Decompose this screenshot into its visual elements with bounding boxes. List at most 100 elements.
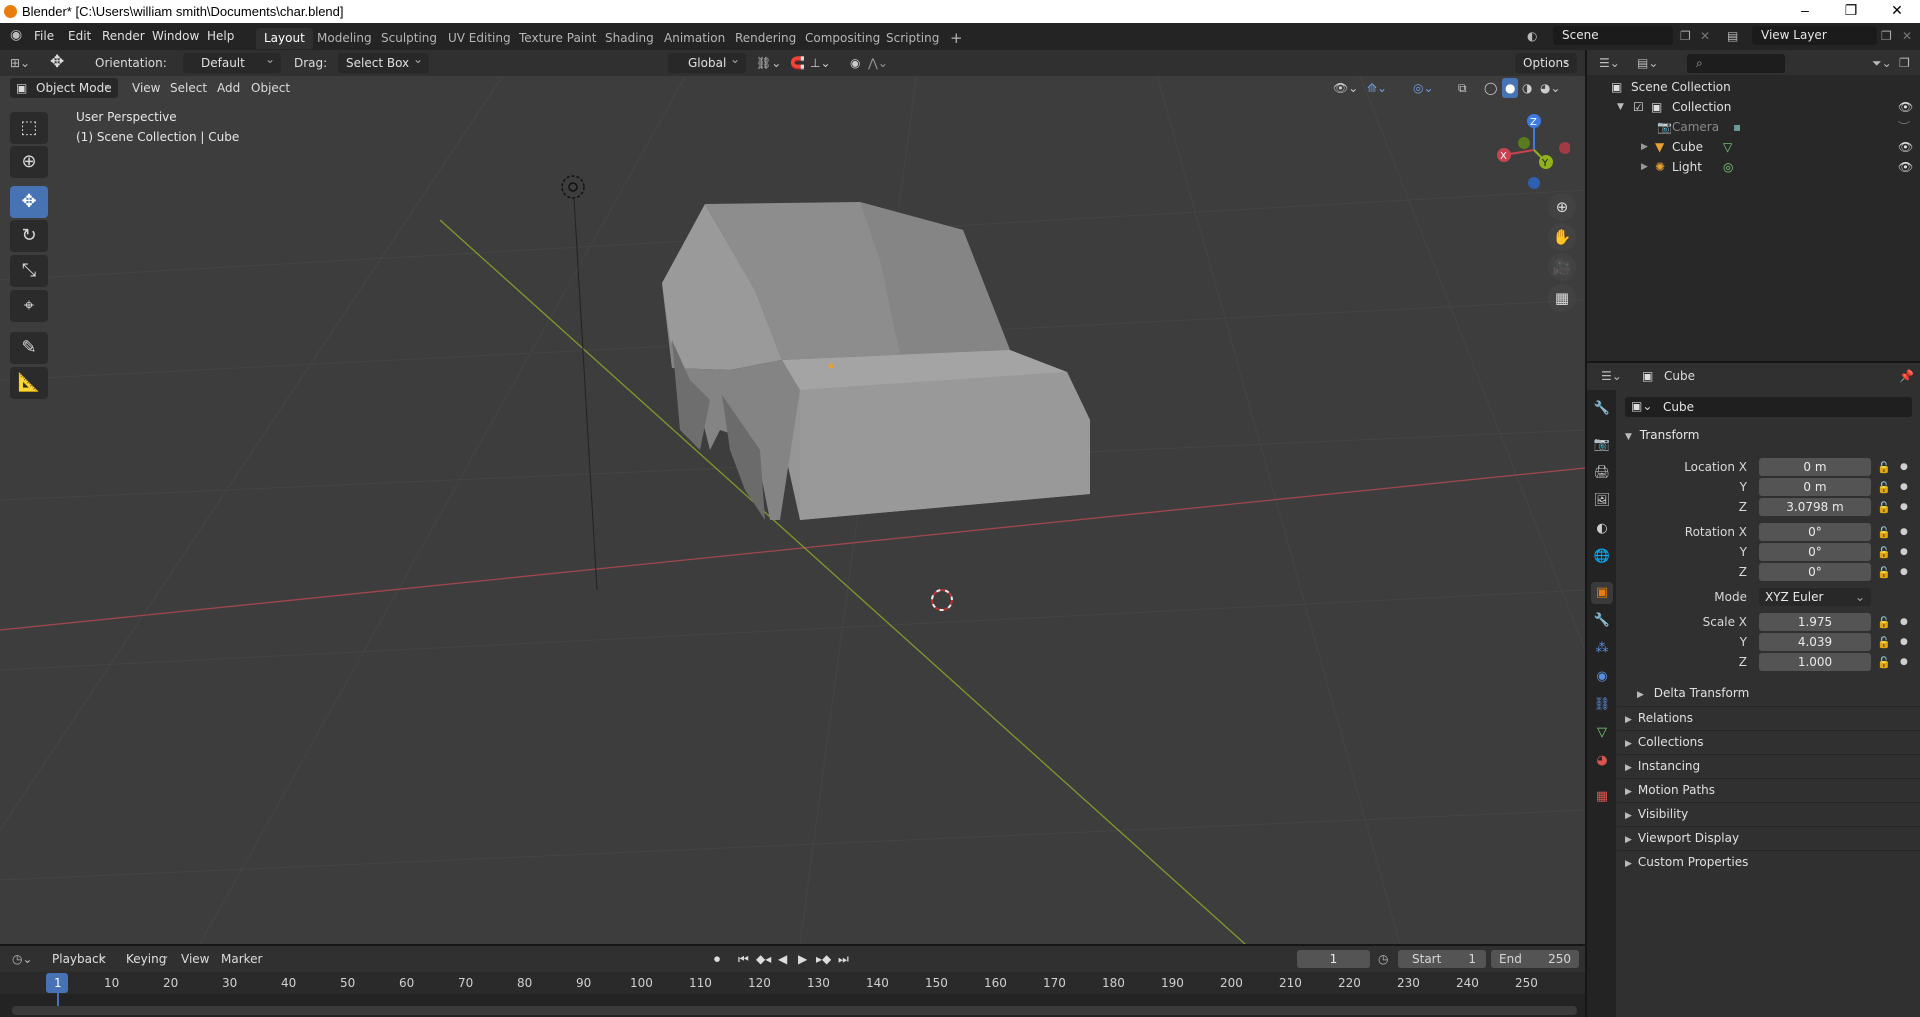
solid-shading-icon[interactable]: ●	[1502, 78, 1519, 98]
camera-view-icon[interactable]: 🎥	[1548, 253, 1576, 281]
annotate-tool-icon[interactable]: ✎	[10, 332, 48, 364]
transform-panel-header[interactable]: ▼ Transform	[1625, 428, 1699, 442]
pin-icon[interactable]: 📌	[1899, 366, 1914, 386]
panel-custom-properties[interactable]: ▶ Custom Properties	[1617, 850, 1920, 872]
material-tab-icon[interactable]: ◕	[1591, 750, 1613, 772]
rotate-tool-icon[interactable]: ↻	[10, 220, 48, 252]
options-dropdown[interactable]: Options	[1515, 49, 1577, 73]
checkbox-icon[interactable]: ☑	[1633, 97, 1644, 117]
lock-icon[interactable]: 🔓	[1877, 481, 1891, 494]
editor-type-icon[interactable]: ⊞⌄	[10, 53, 30, 73]
menu-select[interactable]: Select	[170, 78, 207, 98]
visibility-icon[interactable]: 👁⌄	[1333, 78, 1358, 98]
wireframe-shading-icon[interactable]: ◯	[1484, 78, 1497, 98]
location-z-field[interactable]: 3.0798 m	[1759, 498, 1871, 516]
cube-visibility-icon[interactable]: 👁	[1898, 137, 1913, 157]
area-divider[interactable]	[1587, 361, 1920, 363]
texture-tab-icon[interactable]: ▦	[1591, 786, 1613, 808]
location-x-field[interactable]: 0 m	[1759, 458, 1871, 476]
lock-icon[interactable]: 🔓	[1877, 546, 1891, 559]
next-keyframe-icon[interactable]: ▸◆	[816, 949, 831, 969]
transform-orientation-dropdown[interactable]: Global	[668, 49, 746, 73]
close-button[interactable]: ✕	[1874, 0, 1920, 23]
timeline-scrollbar[interactable]	[12, 1006, 1577, 1015]
play-icon[interactable]: ▶	[798, 949, 807, 969]
tab-scripting[interactable]: Scripting	[878, 28, 947, 49]
lock-icon[interactable]: 🔓	[1877, 656, 1891, 669]
scale-z-field[interactable]: 1.000	[1759, 653, 1871, 671]
delete-view-layer-icon[interactable]: ✕	[1902, 29, 1912, 43]
render-tab-icon[interactable]: 📷	[1591, 434, 1613, 456]
scale-tool-icon[interactable]: ⤡	[10, 255, 48, 287]
scale-x-field[interactable]: 1.975	[1759, 613, 1871, 631]
current-frame-field[interactable]: 1	[1297, 950, 1370, 968]
tab-uv-editing[interactable]: UV Editing	[440, 28, 519, 49]
prev-keyframe-icon[interactable]: ◆◂	[756, 949, 771, 969]
lock-icon[interactable]: 🔓	[1877, 616, 1891, 629]
collection-visibility-icon[interactable]: 👁	[1898, 97, 1913, 117]
lock-icon[interactable]: 🔓	[1877, 461, 1891, 474]
outliner-row-camera[interactable]: 📷 Camera ▪ ︶	[1587, 117, 1920, 137]
panel-visibility[interactable]: ▶ Visibility	[1617, 802, 1920, 824]
lock-icon[interactable]: 🔓	[1877, 501, 1891, 514]
tab-modeling[interactable]: Modeling	[309, 28, 380, 49]
start-frame-field[interactable]: Start 1	[1398, 950, 1486, 968]
timeline-marker-menu[interactable]: Marker	[221, 949, 262, 969]
expand-arrow-icon[interactable]: ▶	[1641, 157, 1648, 177]
panel-collections[interactable]: ▶ Collections	[1617, 730, 1920, 752]
new-scene-icon[interactable]: ❐	[1680, 29, 1691, 43]
camera-hidden-icon[interactable]: ︶	[1898, 117, 1910, 137]
tab-texture-paint[interactable]: Texture Paint	[511, 28, 604, 49]
outliner-row-cube[interactable]: ▶ ▼ Cube ▽ 👁	[1587, 137, 1920, 157]
proportional-falloff-icon[interactable]: ⋀⌄	[868, 53, 888, 73]
proportional-edit-icon[interactable]: ◉	[850, 53, 860, 73]
tab-rendering[interactable]: Rendering	[727, 28, 804, 49]
keyframe-dot-icon[interactable]: ●	[1900, 637, 1908, 647]
measure-tool-icon[interactable]: 📐	[10, 367, 48, 399]
new-collection-icon[interactable]: ❐	[1899, 53, 1910, 73]
rotation-z-field[interactable]: 0°	[1759, 563, 1871, 581]
lock-icon[interactable]: 🔓	[1877, 526, 1891, 539]
area-divider[interactable]	[0, 944, 1585, 946]
move-tool-button[interactable]: ✥	[10, 186, 48, 218]
rotation-mode-dropdown[interactable]: XYZ Euler ⌄	[1759, 588, 1871, 606]
maximize-button[interactable]: ❐	[1828, 0, 1874, 23]
expand-arrow-icon[interactable]: ▼	[1617, 97, 1624, 117]
rendered-shading-icon[interactable]: ◕⌄	[1540, 78, 1561, 98]
3d-viewport[interactable]	[0, 50, 1585, 944]
tab-animation[interactable]: Animation	[656, 28, 733, 49]
object-name-field[interactable]: ▣⌄ Cube	[1625, 397, 1912, 417]
menu-file[interactable]: File	[34, 29, 54, 43]
keying-menu[interactable]: Keying	[118, 945, 176, 969]
ortho-grid-icon[interactable]: ▦	[1548, 284, 1576, 312]
pivot-point-icon[interactable]: ⛓⌄	[756, 53, 781, 73]
scale-y-field[interactable]: 4.039	[1759, 633, 1871, 651]
physics-tab-icon[interactable]: ◉	[1591, 666, 1613, 688]
keyframe-dot-icon[interactable]: ●	[1900, 617, 1908, 627]
new-view-layer-icon[interactable]: ❐	[1881, 29, 1892, 43]
lock-icon[interactable]: 🔓	[1877, 566, 1891, 579]
play-reverse-icon[interactable]: ◀	[778, 949, 787, 969]
record-icon[interactable]: ⏺	[714, 949, 720, 969]
outliner-editor-type-icon[interactable]: ☰⌄	[1599, 53, 1620, 73]
keyframe-dot-icon[interactable]: ●	[1900, 462, 1908, 472]
end-frame-field[interactable]: End 250	[1491, 950, 1579, 968]
constraints-tab-icon[interactable]: ⛓	[1591, 694, 1613, 716]
orientation-dropdown[interactable]: Default	[183, 49, 281, 73]
keyframe-dot-icon[interactable]: ●	[1900, 527, 1908, 537]
navigation-gizmo[interactable]: Z X Y	[1490, 110, 1570, 195]
select-box-tool-icon[interactable]: ⬚	[10, 112, 48, 144]
menu-render[interactable]: Render	[102, 29, 145, 43]
material-shading-icon[interactable]: ◑	[1522, 78, 1532, 98]
light-visibility-icon[interactable]: 👁	[1898, 157, 1913, 177]
keyframe-dot-icon[interactable]: ●	[1900, 482, 1908, 492]
outliner-row-scene-collection[interactable]: ▣ Scene Collection	[1587, 77, 1920, 97]
scene-selector[interactable]: Scene	[1553, 26, 1673, 45]
move-tool-icon[interactable]: ✥	[50, 52, 64, 72]
delete-scene-icon[interactable]: ✕	[1700, 29, 1710, 43]
blender-menu-icon[interactable]: ◉	[10, 27, 22, 43]
keyframe-dot-icon[interactable]: ●	[1900, 547, 1908, 557]
data-tab-icon[interactable]: ▽	[1591, 722, 1613, 744]
location-y-field[interactable]: 0 m	[1759, 478, 1871, 496]
expand-arrow-icon[interactable]: ▶	[1641, 137, 1648, 157]
